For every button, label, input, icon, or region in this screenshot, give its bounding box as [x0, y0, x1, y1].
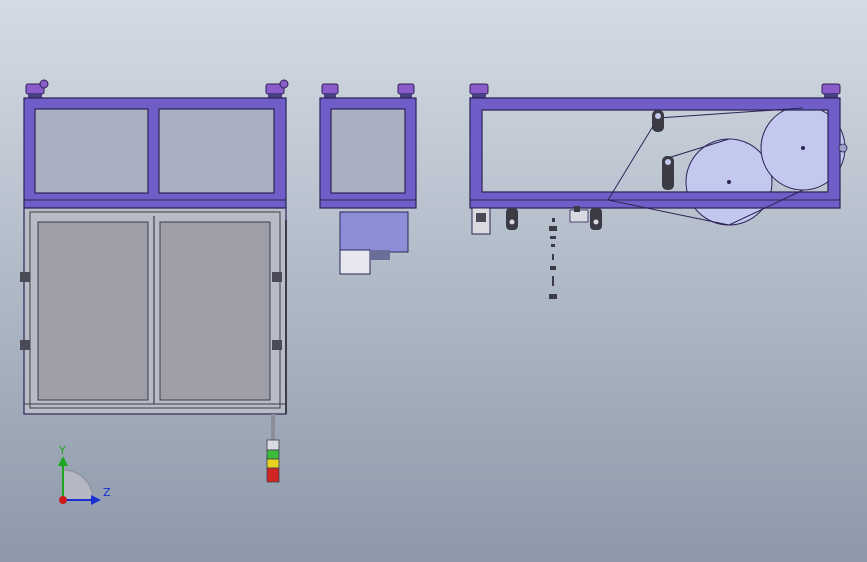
tensioner-arm-lower	[662, 156, 674, 190]
tensioner-arm-upper	[652, 110, 664, 132]
control-box	[471, 207, 491, 235]
leveling-foot-top-left	[469, 83, 489, 98]
door-panel-right	[159, 221, 271, 401]
leveling-foot-side-left	[321, 83, 339, 98]
axis-y-label: Y	[59, 444, 66, 457]
top-view[interactable]	[469, 83, 848, 299]
mount-bracket-left	[506, 208, 518, 230]
front-view[interactable]	[20, 79, 289, 483]
front-lower-cabinet	[20, 207, 287, 415]
axis-z-label: Z	[103, 486, 111, 499]
exploded-fastener-stack	[549, 218, 557, 299]
leveling-foot-top-right	[821, 83, 841, 98]
side-frame	[319, 97, 417, 209]
leveling-foot-left	[25, 79, 49, 98]
coordinate-triad-icon	[58, 456, 101, 505]
front-upper-frame	[23, 97, 287, 209]
leveling-foot-side-right	[397, 83, 415, 98]
door-panel-left	[37, 221, 149, 401]
leveling-foot-right	[265, 79, 289, 98]
signal-tower-light	[266, 414, 280, 483]
cad-viewport[interactable]	[0, 0, 867, 562]
mount-bracket-right	[569, 206, 602, 230]
side-view[interactable]	[319, 83, 417, 275]
roller-large-lower	[685, 138, 773, 226]
motor-gearbox	[339, 211, 409, 275]
